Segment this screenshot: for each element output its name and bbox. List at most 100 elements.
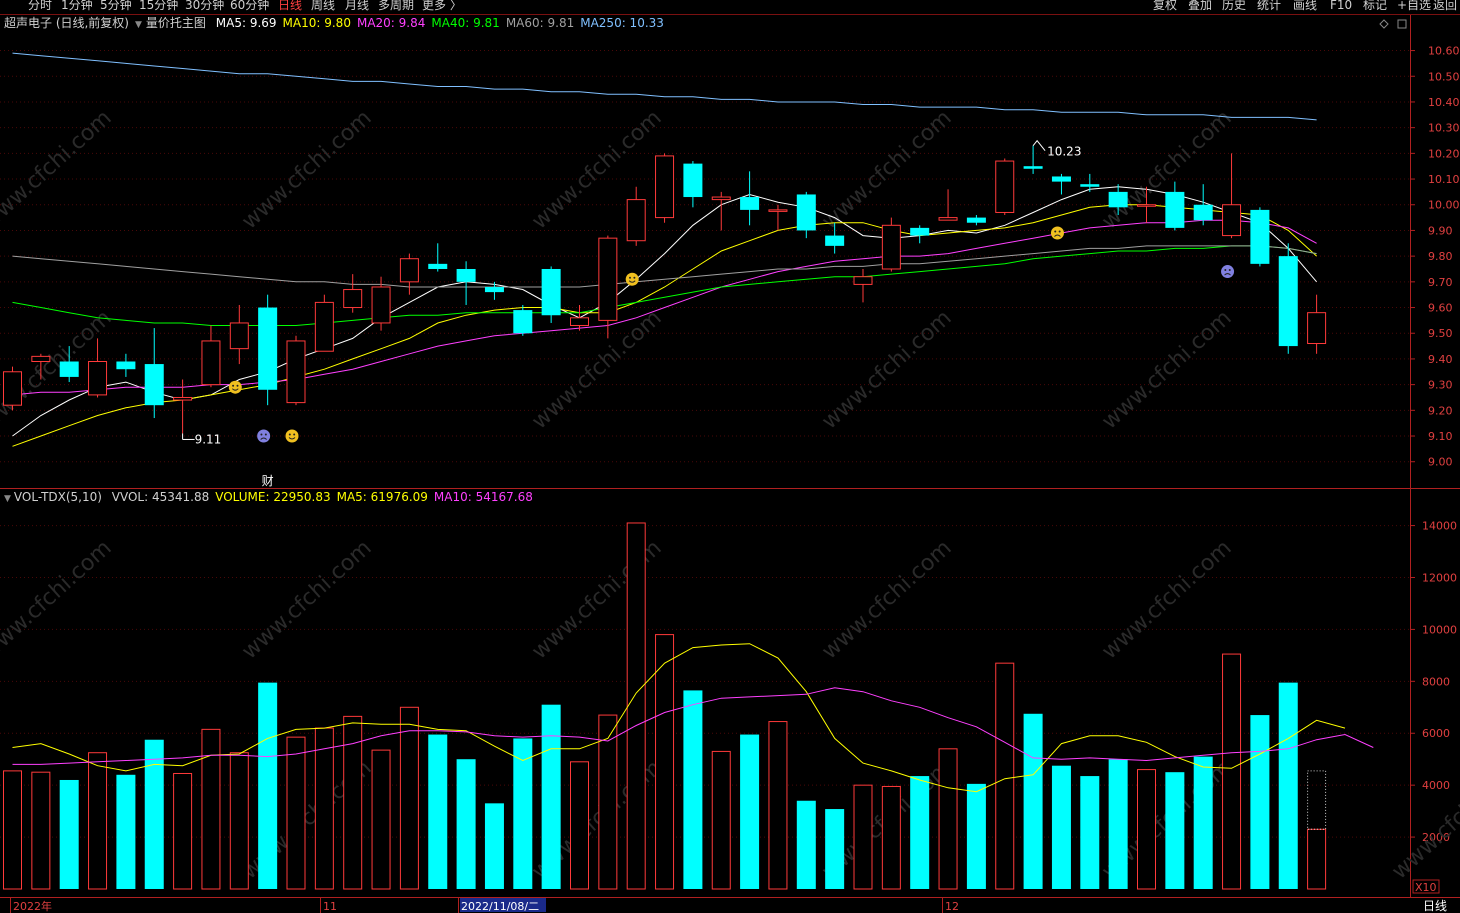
window-icon	[1397, 19, 1407, 29]
volume-bar-up	[938, 748, 958, 890]
candle-up	[314, 301, 334, 352]
volume-bar-down	[796, 800, 816, 889]
price-tick-label: 10.00	[1428, 199, 1460, 212]
price-tick-label: 9.10	[1428, 430, 1453, 443]
candle-up	[343, 289, 363, 309]
emoji-face	[1050, 226, 1064, 240]
volume-bar-down	[910, 776, 930, 889]
candle-down	[1023, 166, 1043, 169]
volume-bar-down	[258, 682, 278, 889]
emoji-eye	[232, 384, 235, 387]
price-tick-label: 9.00	[1428, 456, 1453, 469]
candle-up	[1307, 312, 1327, 345]
volume-bar-up	[173, 772, 193, 890]
emoji-eye	[629, 276, 631, 279]
candle-down	[513, 310, 533, 334]
price-tick-label: 9.40	[1428, 353, 1453, 366]
volume-bar-up	[853, 784, 873, 890]
emoji-face	[1221, 265, 1235, 279]
watermark-text: www.cfchi.com	[0, 536, 117, 665]
price-tick-label: 10.40	[1428, 96, 1460, 109]
diamond-icon	[1379, 19, 1389, 29]
candle-down	[116, 361, 136, 370]
volume-bar-up	[371, 749, 391, 890]
candle-up	[1222, 204, 1242, 237]
emoji-face	[228, 380, 242, 394]
finance-marker: 财	[262, 474, 274, 488]
candle-up	[399, 258, 419, 283]
emoji-face	[257, 429, 271, 443]
candle-down	[1193, 204, 1213, 221]
watermark-text: www.cfchi.com	[817, 536, 956, 665]
candle-up	[711, 196, 731, 201]
volume-tick-label: 10000	[1422, 623, 1457, 636]
volume-bar-up	[711, 750, 731, 890]
price-tick-label: 9.80	[1428, 250, 1453, 263]
candle-up	[768, 209, 788, 212]
volume-bar-down	[825, 809, 845, 889]
volume-bar-up	[399, 706, 419, 890]
candle-down	[456, 268, 476, 282]
candle-down	[1165, 191, 1185, 228]
ma-line-ma60	[12, 245, 1317, 288]
candle-down	[740, 197, 760, 210]
candle-down	[1051, 176, 1071, 182]
x-axis-label: 2022/11/08/二	[461, 900, 539, 913]
candle-down	[1250, 209, 1270, 264]
volume-projection	[1307, 770, 1327, 830]
price-tick-label: 9.30	[1428, 379, 1453, 392]
emoji-eye	[293, 433, 296, 436]
emoji-eye	[1058, 230, 1061, 233]
volume-bar-down	[59, 779, 79, 889]
candle-down	[825, 235, 845, 246]
candle-down	[541, 268, 561, 316]
watermark-text: www.cfchi.com	[817, 106, 956, 235]
volume-bar-down	[1165, 772, 1185, 889]
price-tick-label: 10.30	[1428, 122, 1460, 135]
emoji-eye	[633, 276, 636, 279]
volume-bar-down	[1051, 765, 1071, 889]
candle-up	[229, 322, 249, 350]
volume-bar-down	[1080, 776, 1100, 889]
emoji-face	[285, 429, 299, 443]
candle-down	[59, 361, 79, 377]
emoji-happy-icon	[228, 380, 242, 394]
volume-bar-down	[1278, 682, 1298, 889]
emoji-eye	[260, 433, 263, 436]
candle-up	[286, 340, 306, 404]
candle-up	[371, 286, 391, 324]
volume-bar-down	[740, 734, 760, 889]
volume-bar-up	[229, 752, 249, 890]
candle-down	[428, 263, 448, 269]
volume-bar-down	[1023, 713, 1043, 889]
price-tick-label: 9.70	[1428, 276, 1453, 289]
volume-bar-up	[88, 752, 108, 890]
emoji-eye	[236, 384, 239, 387]
candle-down	[1080, 184, 1100, 187]
price-tick-label: 10.10	[1428, 173, 1460, 186]
candle-up	[1137, 204, 1156, 207]
volume-bar-down	[456, 759, 476, 889]
candle-down	[966, 217, 986, 223]
price-tick-label: 9.20	[1428, 404, 1453, 417]
emoji-happy-icon	[285, 429, 299, 443]
candle-up	[938, 217, 958, 221]
candle-down	[1278, 256, 1298, 347]
volume-bar-down	[1108, 759, 1128, 889]
volume-bar-up	[626, 522, 646, 890]
volume-bar-up	[3, 770, 22, 890]
emoji-eye	[1228, 269, 1231, 272]
emoji-eye	[1054, 230, 1057, 233]
price-tick-label: 10.50	[1428, 70, 1460, 83]
emoji-face	[625, 272, 639, 286]
volume-bar-up	[314, 727, 334, 890]
volume-bar-down	[144, 739, 164, 889]
volume-bar-up	[1137, 769, 1156, 890]
candle-down	[683, 163, 703, 198]
price-tick-label: 9.90	[1428, 224, 1453, 237]
candle-up	[881, 224, 901, 270]
volume-bar-down	[683, 690, 703, 889]
stock-chart[interactable]: 10.60 10.50 10.40 10.30 10.20 10.10 10.00 9.90 9…	[0, 0, 1460, 913]
emoji-sad-icon	[1221, 265, 1235, 279]
volume-tick-label: 14000	[1422, 520, 1457, 533]
